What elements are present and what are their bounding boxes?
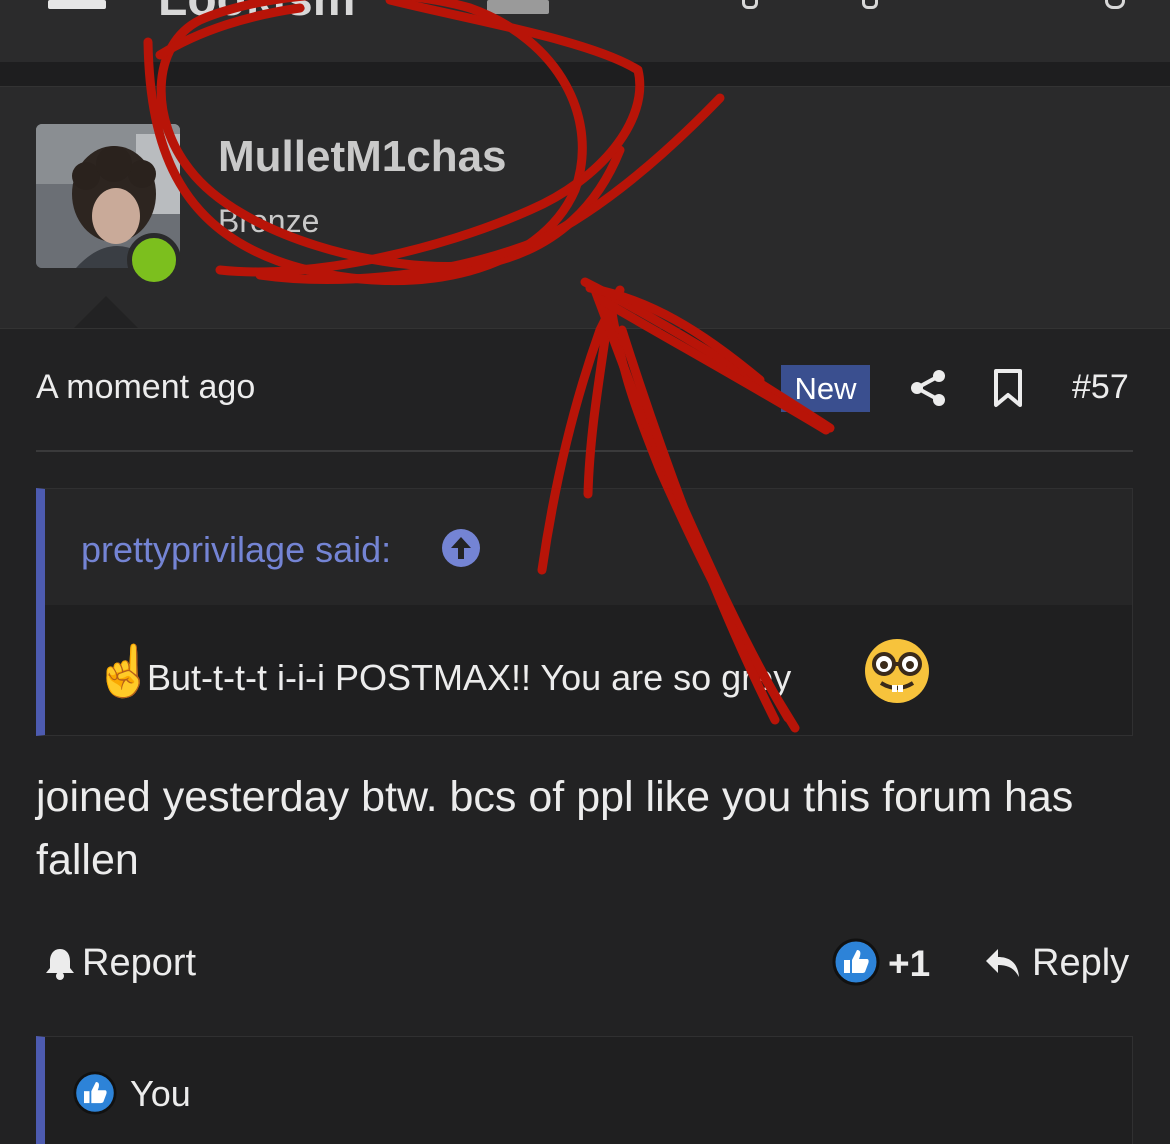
user-rank: Bronze — [218, 203, 320, 239]
report-label: Report — [82, 941, 197, 984]
bookmark-icon[interactable] — [992, 368, 1024, 408]
quote-header: prettyprivilage said: — [45, 489, 1132, 605]
quote-text: But-t-t-t i-i-i POSTMAX!! You are so gre… — [147, 657, 792, 698]
quote-block: prettyprivilage said: ☝️ But-t-t-t i-i-i… — [36, 488, 1133, 736]
site-logo[interactable]: Lookism — [158, 0, 355, 27]
page-gap — [0, 62, 1170, 86]
new-badge: New — [781, 365, 870, 412]
nerd-face-emoji — [865, 639, 929, 703]
user-avatar-thumb[interactable] — [487, 0, 549, 14]
panel-caret — [74, 296, 138, 328]
alerts-icon[interactable] — [862, 0, 878, 9]
username[interactable]: MulletM1chas — [218, 132, 507, 182]
online-status-indicator — [127, 233, 181, 287]
reply-label: Reply — [1032, 941, 1130, 984]
post-number-link[interactable]: #57 — [1072, 368, 1129, 407]
quote-author-link[interactable]: prettyprivilage said: — [81, 529, 391, 571]
report-button[interactable]: Report — [44, 940, 196, 986]
reactions-bar[interactable]: You — [36, 1036, 1133, 1144]
post-timestamp[interactable]: A moment ago — [36, 368, 255, 407]
hamburger-icon[interactable] — [48, 0, 106, 9]
quote-body: ☝️ But-t-t-t i-i-i POSTMAX!! You are so … — [45, 605, 1132, 735]
like-count[interactable]: +1 — [888, 943, 930, 985]
like-icon — [73, 1071, 117, 1115]
reply-icon — [986, 949, 1019, 977]
arrow-up-icon[interactable] — [442, 529, 480, 567]
reaction-user-label: You — [130, 1073, 191, 1114]
bell-icon — [46, 949, 74, 980]
like-icon[interactable] — [832, 938, 880, 986]
pointing-up-emoji: ☝️ — [93, 643, 156, 699]
divider — [36, 450, 1133, 452]
top-nav-bar: Lookism — [0, 0, 1170, 62]
site-name: Lookism — [158, 0, 355, 26]
nav-more-icon[interactable] — [1105, 0, 1125, 9]
share-icon[interactable] — [908, 368, 948, 408]
post-message: joined yesterday btw. bcs of ppl like yo… — [36, 773, 1074, 884]
search-icon[interactable] — [742, 0, 758, 9]
reply-button[interactable]: Reply — [984, 940, 1129, 986]
